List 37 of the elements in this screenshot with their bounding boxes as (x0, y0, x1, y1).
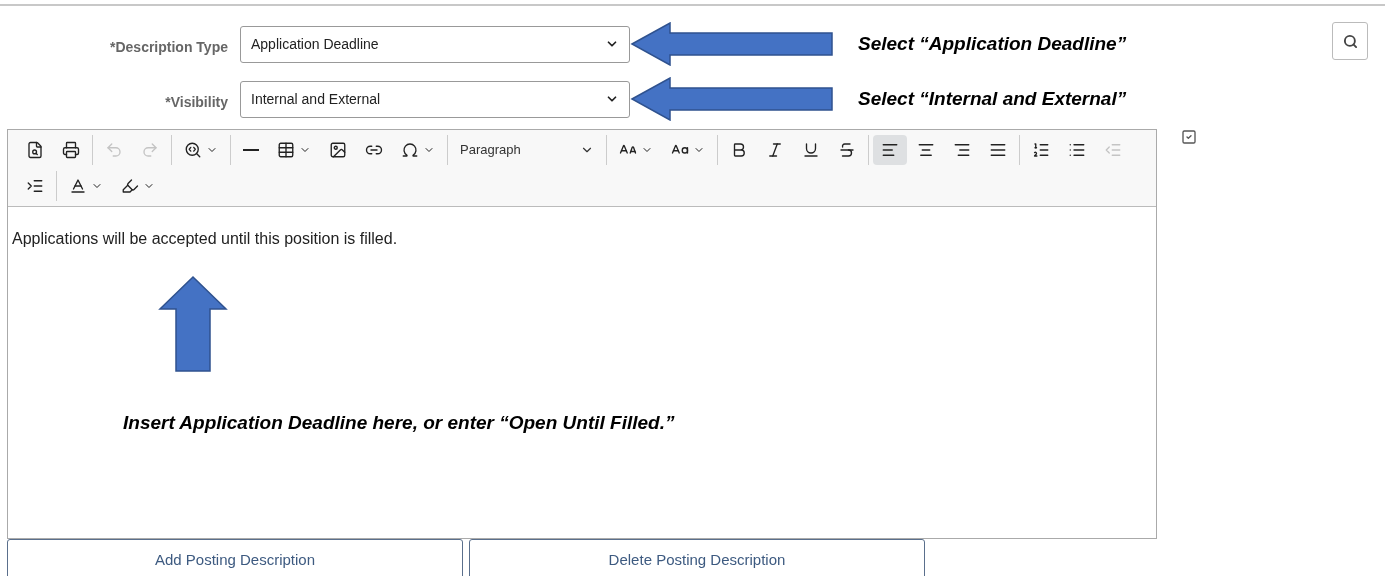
search-icon (1342, 33, 1358, 49)
justify-icon (989, 141, 1007, 159)
action-button[interactable]: Delete Posting Description (469, 539, 925, 576)
image-icon (329, 141, 347, 159)
table-icon (277, 141, 295, 159)
numbered-list-icon (1032, 141, 1050, 159)
omega-icon (401, 141, 419, 159)
underline-icon (802, 141, 820, 159)
action-button[interactable]: Add Posting Description (7, 539, 463, 576)
italic-icon (766, 141, 784, 159)
align-left-icon (881, 141, 899, 159)
redo-icon (141, 141, 159, 159)
text-color-icon (69, 177, 87, 195)
indent-icon (26, 177, 44, 195)
field-label: *Description Type (109, 37, 228, 57)
dropdown[interactable]: Internal and External (240, 80, 630, 118)
printer-icon (62, 141, 80, 159)
outdent-icon (1104, 141, 1122, 159)
bullet-list-icon (1068, 141, 1086, 159)
editor-text: Applications will be accepted until this position is filled. (11, 229, 399, 249)
annotation-text: Select “Internal and External” (858, 86, 1127, 111)
undo-icon (105, 141, 123, 159)
horizontal-line-icon (243, 149, 259, 151)
strikethrough-icon (838, 141, 856, 159)
annotation-text: Insert Application Deadline here, or enter “Open Until Filled.” (123, 411, 675, 435)
align-left-button[interactable] (873, 135, 907, 165)
paragraph-select[interactable]: Paragraph (452, 135, 602, 165)
highlight-icon (121, 177, 139, 195)
align-center-icon (917, 141, 935, 159)
document-search-icon (26, 141, 44, 159)
field-label: *Visibility (164, 92, 228, 112)
align-right-icon (953, 141, 971, 159)
checkbox-icon[interactable] (1181, 129, 1197, 145)
annotation-text: Select “Application Deadline” (858, 31, 1127, 56)
dropdown[interactable]: Application Deadline (240, 25, 630, 63)
find-icon (184, 141, 202, 159)
search-button[interactable] (1332, 22, 1368, 60)
